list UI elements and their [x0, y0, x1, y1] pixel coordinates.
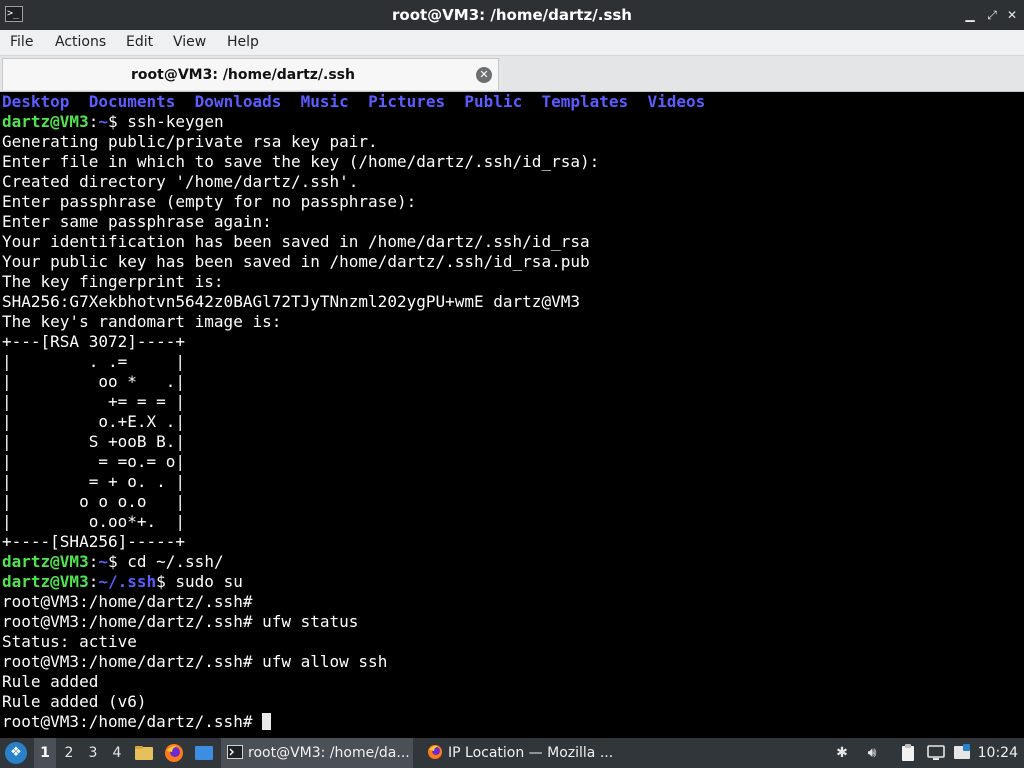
fingerprint-line: SHA256:G7Xekbhotvn5642z0BAGl72TJyTNnzml2… [2, 292, 580, 311]
task-label: IP Location — Mozilla ... [448, 745, 614, 761]
dir-pictures: Pictures [368, 92, 446, 111]
output-line: The key fingerprint is: [2, 272, 224, 291]
file-manager-icon[interactable] [134, 743, 154, 763]
output-line: Created directory '/home/dartz/.ssh'. [2, 172, 359, 191]
firefox-icon [428, 745, 442, 759]
prompt-user-host: dartz@VM3 [2, 572, 89, 591]
output-line: Rule added [2, 672, 99, 691]
notification-icon[interactable] [952, 743, 972, 763]
volume-icon[interactable]: 🔊︎ [862, 743, 882, 763]
randomart-line: | = + o. . | [2, 472, 186, 491]
dir-music: Music [300, 92, 349, 111]
workspace-3[interactable]: 3 [82, 738, 104, 768]
randomart-line: | o o o.o | [2, 492, 186, 511]
maximize-icon[interactable]: ⤢ [984, 7, 1000, 23]
root-prompt-line: root@VM3:/home/dartz/.ssh# ufw status [2, 612, 358, 632]
root-prompt: root@VM3:/home/dartz/.ssh# [2, 712, 253, 731]
firefox-icon[interactable] [164, 743, 184, 763]
output-line: Your public key has been saved in /home/… [2, 252, 590, 271]
prompt-line: dartz@VM3:~$ ssh-keygen [2, 112, 224, 131]
minimize-icon[interactable]: ▁ [962, 7, 978, 23]
menu-edit[interactable]: Edit [126, 34, 153, 50]
randomart-line: | = =o.= o| [2, 452, 186, 471]
output-line: Your identification has been saved in /h… [2, 232, 590, 251]
output-line: The key's randomart image is: [2, 312, 282, 331]
workspace-4[interactable]: 4 [106, 738, 128, 768]
randomart-line: | S +ooB B.| [2, 432, 186, 451]
dir-templates: Templates [541, 92, 629, 111]
randomart-line: | oo * .| [2, 372, 186, 391]
output-line: Enter passphrase (empty for no passphras… [2, 192, 417, 211]
prompt-path: ~ [98, 552, 108, 571]
desktop-icon[interactable] [194, 743, 214, 763]
prompt-path: ~/.ssh [98, 572, 157, 591]
randomart-line: | o.oo*+. | [2, 512, 186, 531]
root-prompt-line[interactable]: root@VM3:/home/dartz/.ssh# [2, 712, 272, 732]
workspace-2[interactable]: 2 [58, 738, 80, 768]
title-bar[interactable]: >_ root@VM3: /home/dartz/.ssh ▁ ⤢ ✕ [0, 0, 1024, 30]
randomart-line: +---[RSA 3072]----+ [2, 332, 186, 351]
clock[interactable]: 10:24 [978, 738, 1018, 768]
prompt-path: ~ [98, 112, 108, 131]
workspace-1[interactable]: 1 [34, 738, 56, 768]
network-icon[interactable] [926, 743, 946, 763]
task-terminal[interactable]: root@VM3: /home/da... [221, 738, 413, 768]
randomart-line: +----[SHA256]-----+ [2, 532, 186, 551]
clipboard-icon[interactable] [898, 743, 918, 763]
menu-view[interactable]: View [173, 34, 206, 50]
dir-documents: Documents [88, 92, 176, 111]
command-text: cd ~/.ssh/ [127, 552, 224, 571]
output-line: Status: active [2, 632, 137, 651]
window-title: root@VM3: /home/dartz/.ssh [392, 6, 632, 24]
root-prompt: root@VM3:/home/dartz/.ssh# [2, 652, 253, 671]
terminal-icon [227, 745, 243, 759]
dir-public: Public [464, 92, 523, 111]
close-circle-icon[interactable]: ✕ [476, 67, 492, 83]
text-cursor [262, 713, 272, 730]
root-prompt-line: root@VM3:/home/dartz/.ssh# [2, 592, 253, 611]
dir-videos: Videos [647, 92, 706, 111]
close-icon[interactable]: ✕ [1004, 7, 1020, 23]
randomart-line: | . .= | [2, 352, 186, 371]
ls-output-line: Desktop Documents Downloads Music Pictur… [2, 92, 705, 112]
prompt-separator: : [88, 572, 99, 591]
terminal-output[interactable]: Desktop Documents Downloads Music Pictur… [0, 92, 1024, 738]
randomart-line: | += = = | [2, 392, 186, 411]
output-line: Enter file in which to save the key (/ho… [2, 152, 600, 171]
tab-label: root@VM3: /home/dartz/.ssh [131, 67, 355, 83]
command-text: ufw status [262, 612, 359, 631]
output-line: Rule added (v6) [2, 692, 147, 711]
output-line: Generating public/private rsa key pair. [2, 132, 378, 151]
prompt-line: dartz@VM3:~$ cd ~/.ssh/ [2, 552, 224, 571]
prompt-user-host: dartz@VM3 [2, 552, 89, 571]
menu-actions[interactable]: Actions [55, 34, 106, 50]
randomart-line: | o.+E.X .| [2, 412, 186, 431]
menu-file[interactable]: File [10, 34, 33, 50]
tab-bar: root@VM3: /home/dartz/.ssh ✕ [0, 56, 1024, 92]
menu-bar: File Actions Edit View Help [0, 30, 1024, 56]
prompt-line: dartz@VM3:~/.ssh$ sudo su [2, 572, 243, 591]
root-prompt-line: root@VM3:/home/dartz/.ssh# ufw allow ssh [2, 652, 387, 672]
command-text: ssh-keygen [127, 112, 224, 131]
start-menu-icon[interactable]: ❖ [5, 742, 27, 764]
dir-downloads: Downloads [194, 92, 282, 111]
taskbar: ❖ 1 2 3 4 root@VM3: /home/da... IP Locat… [0, 738, 1024, 768]
root-prompt: root@VM3:/home/dartz/.ssh# [2, 612, 253, 631]
terminal-tab[interactable]: root@VM3: /home/dartz/.ssh ✕ [2, 58, 499, 90]
prompt-separator: : [88, 112, 99, 131]
menu-help[interactable]: Help [227, 34, 259, 50]
bluetooth-icon[interactable]: ✱ [832, 743, 852, 763]
command-text: ufw allow ssh [262, 652, 388, 671]
command-text: sudo su [175, 572, 243, 591]
prompt-user-host: dartz@VM3 [2, 112, 89, 131]
output-line: Enter same passphrase again: [2, 212, 272, 231]
task-firefox[interactable]: IP Location — Mozilla ... [421, 738, 621, 768]
task-label: root@VM3: /home/da... [248, 745, 410, 761]
dir-desktop: Desktop [2, 92, 70, 111]
prompt-separator: : [88, 552, 99, 571]
